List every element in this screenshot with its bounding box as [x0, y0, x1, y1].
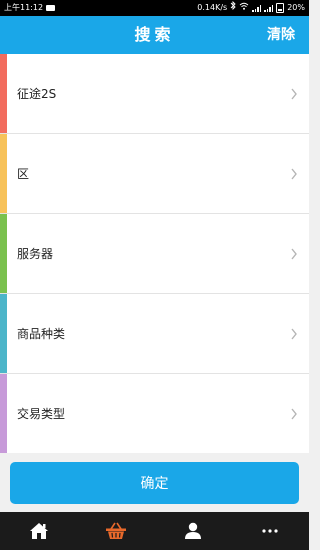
filter-label: 区: [17, 167, 30, 181]
bluetooth-icon: [230, 0, 236, 16]
nav-more[interactable]: [232, 512, 309, 550]
more-icon: [262, 529, 278, 533]
filter-item-trade-type[interactable]: 交易类型: [0, 374, 309, 453]
title-bar: 搜索 清除: [0, 16, 309, 54]
filter-item-game[interactable]: 征途2S: [0, 54, 309, 134]
status-time: 上午11:12: [4, 3, 44, 12]
page-title: 搜索: [134, 25, 175, 44]
battery-icon: [276, 3, 285, 13]
nav-basket[interactable]: [77, 512, 154, 550]
user-icon: [185, 522, 202, 539]
chevron-right-icon: [291, 88, 297, 99]
filter-label: 服务器: [17, 247, 54, 261]
filter-item-zone[interactable]: 区: [0, 134, 309, 214]
nav-home[interactable]: [0, 512, 77, 550]
signal-icon: [252, 4, 262, 12]
chevron-right-icon: [291, 168, 297, 179]
basket-icon: [105, 522, 126, 539]
home-icon: [29, 523, 48, 539]
color-bar: [0, 374, 7, 453]
notification-icon: [46, 5, 56, 11]
chevron-right-icon: [291, 408, 297, 419]
filter-label: 交易类型: [17, 407, 66, 421]
filter-list: 征途2S 区 服务器 商品种类 交易类型: [0, 54, 309, 453]
filter-item-category[interactable]: 商品种类: [0, 294, 309, 374]
nav-user[interactable]: [155, 512, 232, 550]
chevron-right-icon: [291, 328, 297, 339]
filter-label: 征途2S: [17, 87, 57, 101]
filter-label: 商品种类: [17, 327, 66, 341]
wifi-icon: [239, 0, 249, 16]
status-bar: 上午11:12 0.14K/s 20%: [0, 0, 309, 16]
battery-level: 20%: [287, 3, 305, 12]
bottom-nav: [0, 512, 309, 550]
confirm-area: 确定: [0, 453, 309, 512]
confirm-button[interactable]: 确定: [10, 462, 299, 504]
network-speed: 0.14K/s: [197, 3, 228, 12]
color-bar: [0, 134, 7, 213]
clear-button[interactable]: 清除: [267, 16, 295, 54]
filter-item-server[interactable]: 服务器: [0, 214, 309, 294]
signal-icon-2: [264, 4, 274, 12]
color-bar: [0, 294, 7, 373]
color-bar: [0, 54, 7, 133]
color-bar: [0, 214, 7, 293]
chevron-right-icon: [291, 248, 297, 259]
